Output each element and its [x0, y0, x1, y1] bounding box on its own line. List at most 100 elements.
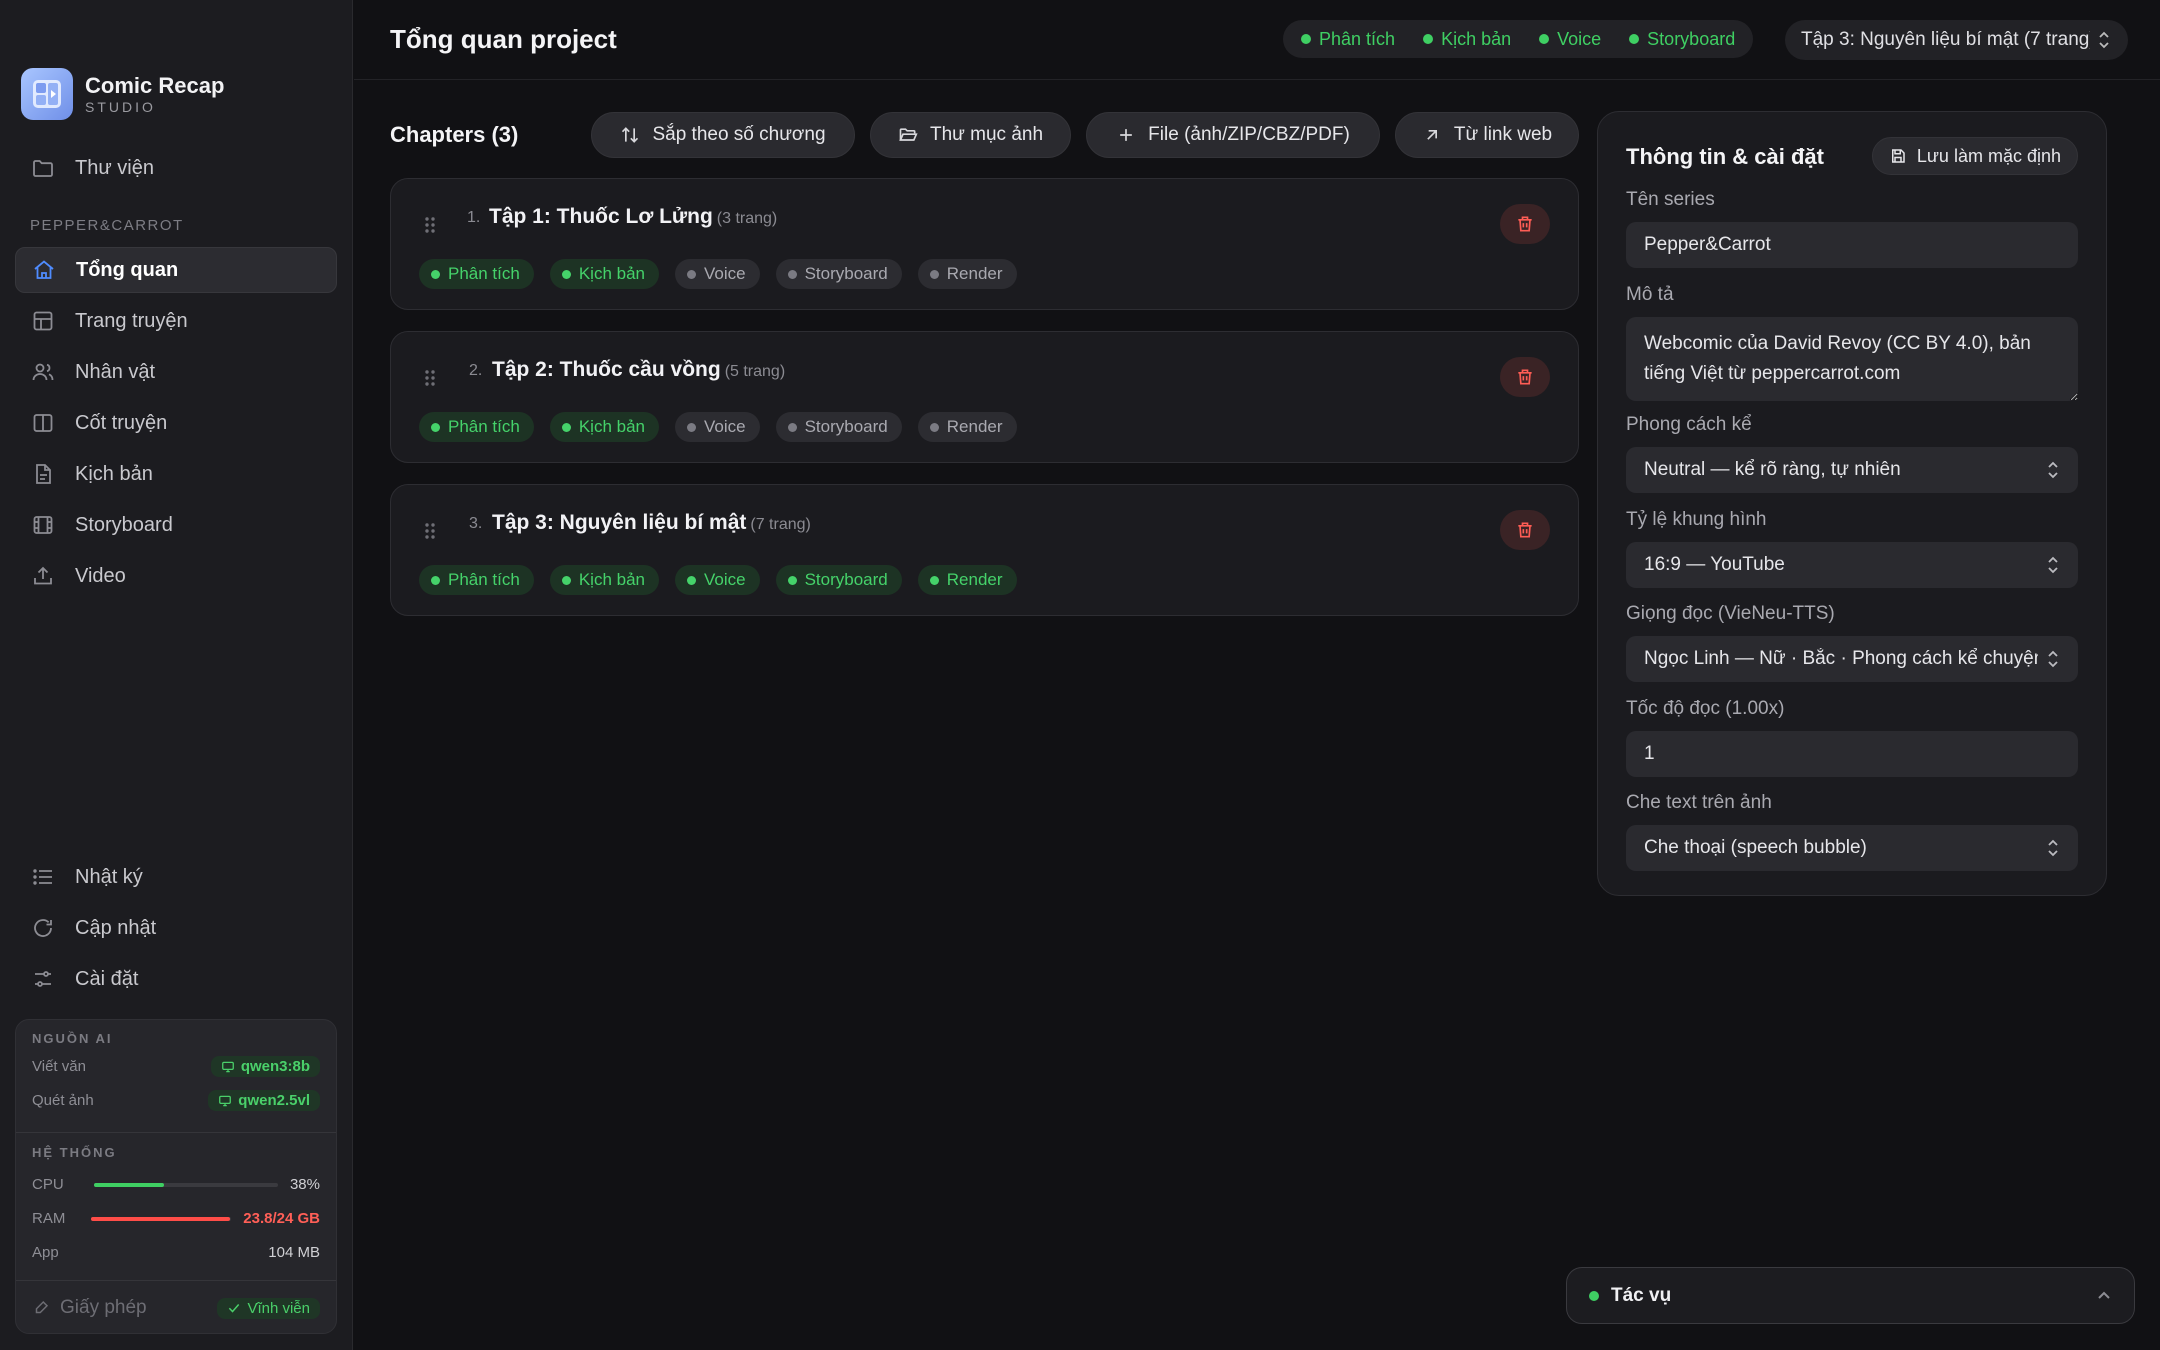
task-panel-toggle[interactable]: Tác vụ — [1566, 1267, 2135, 1324]
license-badge: Vĩnh viễn — [217, 1297, 320, 1319]
button-label: Lưu làm mặc định — [1916, 145, 2061, 166]
chapter-card[interactable]: 2. Tập 2: Thuốc cầu vồng (5 trang) Phân t… — [390, 331, 1579, 463]
cpu-label: CPU — [32, 1176, 64, 1193]
tag-label: Phân tích — [448, 417, 520, 436]
tag-label: Render — [946, 264, 1003, 283]
reading-speed-input[interactable] — [1626, 731, 2078, 777]
cpu-bar-fill — [93, 1182, 164, 1187]
chapter-page-count: (7 trang) — [750, 516, 811, 533]
trash-icon — [1518, 369, 1532, 385]
sidebar-item-label: Nhân vật — [75, 360, 156, 383]
chapter-title: Tập 3: Nguyên liệu bí mật (7 trang) — [492, 511, 811, 535]
chevron-updown-icon — [2048, 461, 2058, 479]
chapter-card[interactable]: 3. Tập 3: Nguyên liệu bí mật (7 trang) Ph… — [390, 484, 1579, 616]
series-name-input[interactable] — [1626, 222, 2078, 268]
license-label-wrap: Giấy phép — [32, 1297, 147, 1319]
mask-text-select[interactable]: Che thoại (speech bubble) — [1626, 825, 2078, 871]
writer-model-badge[interactable]: qwen3:8b — [210, 1056, 320, 1077]
tag-dot — [431, 422, 440, 432]
from-web-link-button[interactable]: Từ link web — [1395, 112, 1579, 158]
chapter-select[interactable]: Tập 3: Nguyên liệu bí mật (7 trang) — [1785, 20, 2128, 60]
tag-dot — [787, 422, 797, 432]
image-folder-button[interactable]: Thư mục ảnh — [870, 112, 1071, 158]
sidebar-item-script[interactable]: Kịch bản — [15, 451, 337, 497]
mask-text-value: Che thoại (speech bubble) — [1644, 837, 1867, 858]
tag-label: Storyboard — [804, 417, 888, 436]
status-label: Storyboard — [1647, 28, 1736, 49]
series-name-label: Tên series — [1626, 189, 1715, 210]
file-text-icon — [36, 464, 51, 484]
key-icon — [35, 1300, 49, 1314]
sidebar-item-log[interactable]: Nhật ký — [15, 854, 337, 900]
sidebar-item-overview[interactable]: Tổng quan — [15, 247, 337, 293]
chevron-updown-icon — [2099, 31, 2109, 49]
license-row[interactable]: Giấy phép Vĩnh viễn — [32, 1297, 320, 1319]
cpu-value: 38% — [289, 1176, 320, 1193]
drag-handle-icon[interactable] — [423, 521, 437, 541]
sidebar-item-pages[interactable]: Trang truyện — [15, 298, 337, 344]
scan-label: Quét ảnh — [32, 1092, 94, 1109]
description-label: Mô tả — [1626, 284, 1674, 305]
voice-value: Ngọc Linh — Nữ · Bắc · Phong cách kể chu… — [1644, 648, 2038, 669]
status-badge: Kịch bản — [1423, 29, 1511, 50]
tag-dot — [929, 269, 939, 279]
sort-by-chapter-button[interactable]: Sắp theo số chương — [591, 112, 855, 158]
sidebar-item-update[interactable]: Cập nhật — [15, 905, 337, 951]
description-textarea[interactable]: Webcomic của David Revoy (CC BY 4.0), bả… — [1626, 317, 2078, 401]
chapter-number: 2. — [469, 362, 483, 379]
narration-style-select[interactable]: Neutral — kể rõ ràng, tự nhiên — [1626, 447, 2078, 493]
delete-chapter-button[interactable] — [1500, 204, 1550, 244]
brand[interactable]: Comic Recap STUDIO — [21, 68, 224, 120]
delete-chapter-button[interactable] — [1500, 357, 1550, 397]
divider — [16, 1280, 336, 1281]
sidebar-item-library[interactable]: Thư viện — [15, 145, 337, 191]
chapter-card[interactable]: 1. Tập 1: Thuốc Lơ Lửng (3 trang) Phân tí… — [390, 178, 1579, 310]
tag-dot — [561, 422, 571, 432]
cpu-row: CPU 38% — [32, 1176, 320, 1193]
chapter-title-text: Tập 1: Thuốc Lơ Lửng — [489, 205, 713, 228]
drag-handle-icon[interactable] — [423, 215, 437, 235]
writer-model-name: qwen3:8b — [240, 1058, 310, 1075]
sidebar-item-characters[interactable]: Nhân vật — [15, 349, 337, 395]
home-icon — [34, 260, 54, 279]
status-dot — [1539, 34, 1550, 44]
page-title: Tổng quan project — [390, 24, 617, 54]
save-as-default-button[interactable]: Lưu làm mặc định — [1871, 137, 2078, 175]
sidebar-item-plot[interactable]: Cốt truyện — [15, 400, 337, 446]
system-heading: HỆ THỐNG — [32, 1145, 117, 1160]
stage-tag-analysis: Phân tích — [419, 259, 534, 289]
app-logo-icon — [21, 68, 73, 120]
chapter-title-text: Tập 3: Nguyên liệu bí mật — [492, 511, 747, 534]
sidebar-item-label: Kịch bản — [75, 462, 153, 485]
sidebar-item-settings[interactable]: Cài đặt — [15, 956, 337, 1002]
delete-chapter-button[interactable] — [1500, 510, 1550, 550]
voice-label: Giọng đọc (VieNeu-TTS) — [1626, 603, 1835, 624]
tag-label: Phân tích — [448, 264, 520, 283]
voice-select[interactable]: Ngọc Linh — Nữ · Bắc · Phong cách kể chu… — [1626, 636, 2078, 682]
book-open-icon — [33, 414, 53, 432]
tag-dot — [687, 269, 696, 279]
ram-label: RAM — [32, 1210, 66, 1227]
aspect-ratio-value: 16:9 — YouTube — [1644, 554, 1785, 575]
sidebar-item-label: Cốt truyện — [75, 411, 168, 434]
chevron-up-icon — [2098, 1291, 2110, 1299]
upload-icon — [34, 566, 52, 585]
layout-icon — [33, 311, 53, 331]
sidebar-item-video[interactable]: Video — [15, 553, 337, 599]
ram-bar — [91, 1216, 232, 1221]
chapter-stage-tags: Phân tích Kịch bản Voice Storyboard Rend… — [419, 565, 1017, 595]
aspect-ratio-select[interactable]: 16:9 — YouTube — [1626, 542, 2078, 588]
ai-sources-heading: NGUỒN AI — [32, 1031, 113, 1046]
status-dot — [1423, 34, 1434, 44]
arrow-up-right-icon — [1427, 130, 1437, 140]
ram-bar-fill — [91, 1216, 230, 1221]
add-file-button[interactable]: File (ảnh/ZIP/CBZ/PDF) — [1086, 112, 1380, 158]
sidebar-item-storyboard[interactable]: Storyboard — [15, 502, 337, 548]
scan-model-badge[interactable]: qwen2.5vl — [208, 1090, 320, 1111]
app-label: App — [32, 1244, 59, 1261]
drag-handle-icon[interactable] — [423, 368, 437, 388]
tag-dot — [787, 269, 797, 279]
sidebar-item-label: Tổng quan — [76, 258, 179, 281]
divider — [16, 1132, 336, 1133]
stage-tag-render: Render — [917, 412, 1017, 442]
